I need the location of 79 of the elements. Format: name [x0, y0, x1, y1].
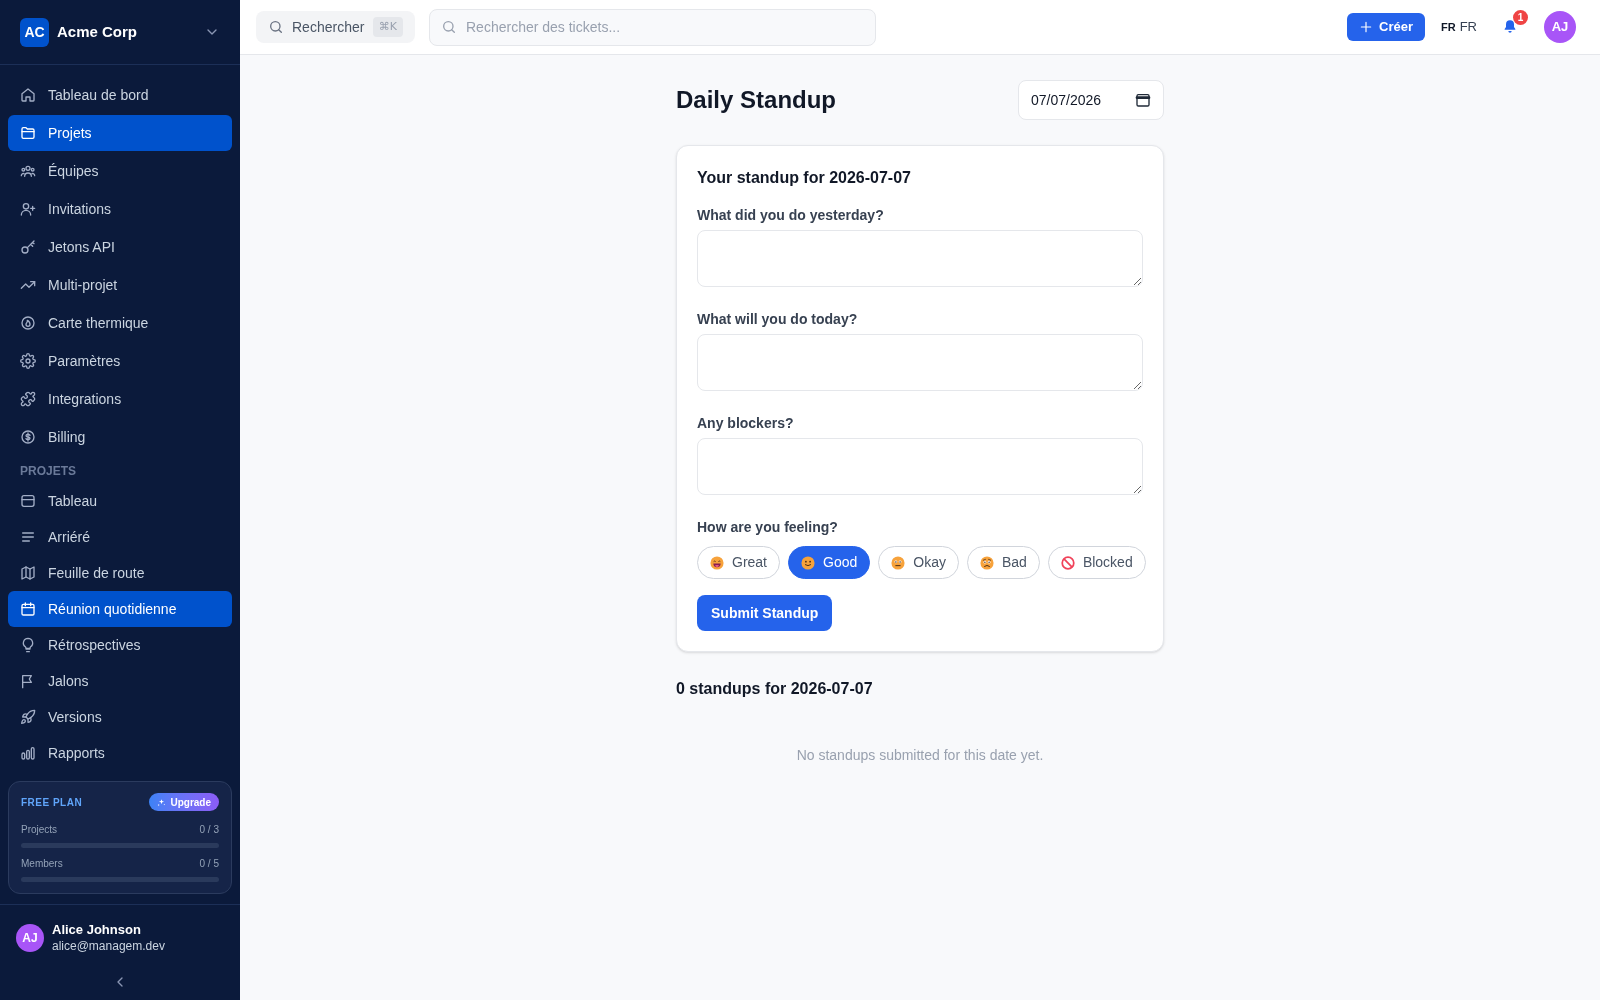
drop-icon [20, 315, 36, 331]
nav-item[interactable]: Équipes [8, 153, 232, 189]
key-icon [20, 239, 36, 255]
workspace-logo: AC [20, 17, 49, 47]
notification-badge: 1 [1513, 10, 1528, 25]
nav-item[interactable]: Carte thermique [8, 305, 232, 341]
nav-item[interactable]: Rétrospectives [8, 627, 232, 663]
nav-item[interactable]: Arriéré [8, 519, 232, 555]
house-icon [20, 87, 36, 103]
field-label: What will you do today? [697, 310, 859, 329]
form-heading: Your standup for 2026-07-07 [697, 168, 912, 188]
user-avatar: AJ [16, 924, 44, 952]
section-title: PROJETS [20, 463, 77, 479]
smiling-face-icon [801, 555, 815, 570]
worried-face-icon [979, 555, 994, 570]
workspace-name: Acme Corp [57, 21, 138, 42]
nav-item[interactable]: Multi-projet [8, 267, 232, 303]
lightbulb-icon [20, 637, 36, 653]
field-label: What did you do yesterday? [697, 206, 885, 225]
list-heading: 0 standups for 2026-07-07 [676, 679, 874, 699]
mood-option[interactable]: Great [697, 546, 780, 579]
dollar-icon [20, 429, 36, 445]
date-field[interactable]: 07/07/2026 [1018, 80, 1164, 120]
sparkle-icon [157, 797, 167, 807]
nav-item[interactable]: Feuille de route [8, 555, 232, 591]
plus-icon [1359, 20, 1373, 34]
upgrade-button[interactable]: Upgrade [149, 793, 219, 811]
quick-search-button[interactable]: Rechercher ⌘K [256, 11, 415, 43]
mood-option[interactable]: Blocked [1047, 546, 1146, 579]
calendar-icon [1135, 92, 1151, 108]
grinning-face-icon [710, 555, 724, 570]
bell-icon[interactable] [1502, 19, 1518, 35]
user-avatar[interactable]: AJ [1544, 11, 1576, 43]
search-icon [441, 18, 457, 35]
box-icon [20, 493, 36, 509]
field-label: How are you feeling? [697, 518, 839, 537]
nav-item[interactable]: Billing [8, 419, 232, 455]
quota-label: Projects [21, 823, 58, 837]
user-name: Alice Johnson [52, 922, 142, 938]
calendar-icon [20, 601, 36, 617]
user-email: alice@managem.dev [52, 938, 165, 954]
settings-icon [20, 353, 36, 369]
search-field[interactable]: Rechercher des tickets... [429, 8, 876, 46]
nav-item[interactable]: Réunion quotidienne [8, 591, 232, 627]
nav-item[interactable]: Tableau [8, 483, 232, 519]
create-button[interactable]: Créer [1347, 13, 1425, 41]
mood-option[interactable]: Good [788, 546, 871, 579]
quota-reading: 0 / 5 [199, 857, 219, 871]
map-icon [20, 565, 36, 581]
plan-title: FREE PLAN [21, 795, 83, 810]
field-label: Any blockers? [697, 414, 795, 433]
nav-item[interactable]: Jetons API [8, 229, 232, 265]
keyboard-shortcut: ⌘K [372, 17, 403, 37]
quota-reading: 0 / 3 [199, 823, 219, 837]
neutral-face-icon [891, 555, 906, 570]
nav-item[interactable]: Paramètres [8, 343, 232, 379]
list-icon [20, 529, 36, 545]
empty-state-message: No standups submitted for this date yet. [795, 746, 1045, 765]
prohibited-icon [1060, 555, 1075, 570]
puzzle-icon [20, 391, 36, 407]
nav-item[interactable]: Jalons [8, 663, 232, 699]
rocket-icon [20, 709, 36, 725]
page-title: Daily Standup [676, 85, 837, 115]
mood-option[interactable]: Bad [966, 546, 1040, 579]
nav-item[interactable]: Rapports [8, 735, 232, 771]
users-icon [20, 163, 36, 179]
mood-option[interactable]: Okay [878, 546, 959, 579]
language-button[interactable]: FR FR [1441, 17, 1477, 37]
quota-label: Members [21, 857, 63, 871]
nav-item[interactable]: Tableau de bord [8, 77, 232, 113]
nav-item[interactable]: Versions [8, 699, 232, 735]
nav-item[interactable]: Invitations [8, 191, 232, 227]
nav-item[interactable]: Projets [8, 115, 232, 151]
search-icon [268, 19, 284, 35]
folder-icon [20, 125, 36, 141]
bar-chart-icon [20, 745, 36, 761]
submit-button[interactable]: Submit Standup [697, 595, 833, 631]
nav-item[interactable]: Integrations [8, 381, 232, 417]
user-plus-icon [20, 201, 36, 217]
